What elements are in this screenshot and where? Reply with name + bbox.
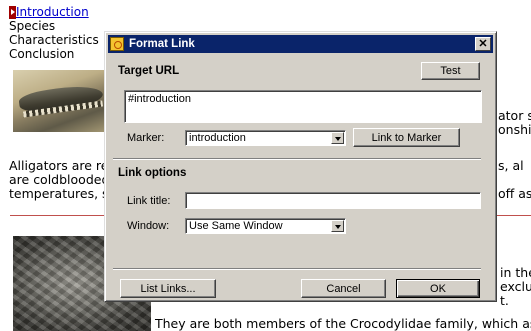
toc-link-introduction[interactable]: Introduction [16, 5, 89, 19]
window-select-value: Use Same Window [189, 220, 283, 232]
dialog-title: Format Link [129, 38, 195, 50]
paragraph-fragment: off as [498, 186, 531, 201]
test-button[interactable]: Test [421, 62, 480, 80]
marker-select-value: introduction [189, 132, 246, 144]
close-button[interactable]: ✕ [475, 37, 491, 51]
paragraph-line: temperatures, su [9, 186, 117, 201]
target-url-label: Target URL [118, 65, 180, 77]
paragraph-line: They are both members of the Crocodylida… [155, 316, 531, 331]
link-title-input[interactable] [185, 192, 481, 209]
table-of-contents: Introduction Species Characteristics Con… [9, 5, 99, 61]
alligator-photo [13, 70, 105, 132]
divider [113, 268, 481, 270]
toc-text-characteristics: Characteristics [9, 33, 99, 47]
ok-button[interactable]: OK [396, 279, 480, 298]
paragraph-line: are coldblooded [9, 172, 110, 187]
toc-text-species: Species [9, 19, 56, 33]
dialog-titlebar[interactable]: Format Link ✕ [108, 35, 493, 53]
paragraph-fragment: onshi [498, 122, 531, 137]
paragraph-fragment: in the [500, 265, 531, 280]
toc-text-conclusion: Conclusion [9, 47, 75, 61]
paragraph-line: Alligators are re [9, 158, 109, 173]
close-icon: ✕ [478, 37, 488, 50]
toc-item-conclusion: Conclusion [9, 47, 99, 61]
toc-item-species: Species [9, 19, 99, 33]
toc-item-characteristics: Characteristics [9, 33, 99, 47]
anchor-marker-icon [9, 5, 16, 19]
chevron-down-icon[interactable] [331, 220, 344, 232]
window-label: Window: [127, 220, 170, 232]
link-to-marker-button[interactable]: Link to Marker [353, 128, 460, 147]
link-options-label: Link options [118, 167, 187, 179]
url-textarea[interactable]: #introduction [124, 90, 482, 123]
list-links-button[interactable]: List Links... [120, 279, 216, 298]
paragraph-fragment: t. [500, 293, 509, 308]
link-title-label: Link title: [127, 195, 171, 207]
paragraph-fragment: s, al [498, 158, 524, 173]
window-select[interactable]: Use Same Window [185, 218, 346, 234]
paragraph-fragment: ator s [498, 108, 531, 123]
format-link-dialog: Format Link ✕ Target URL Test #introduct… [104, 31, 497, 302]
chevron-down-icon[interactable] [331, 132, 344, 144]
marker-label: Marker: [127, 132, 165, 144]
cancel-button[interactable]: Cancel [301, 279, 386, 298]
app-icon [110, 37, 124, 51]
paragraph-fragment: exclu [500, 279, 531, 294]
marker-select[interactable]: introduction [185, 130, 346, 146]
toc-item-introduction[interactable]: Introduction [9, 5, 99, 19]
divider [113, 158, 481, 160]
